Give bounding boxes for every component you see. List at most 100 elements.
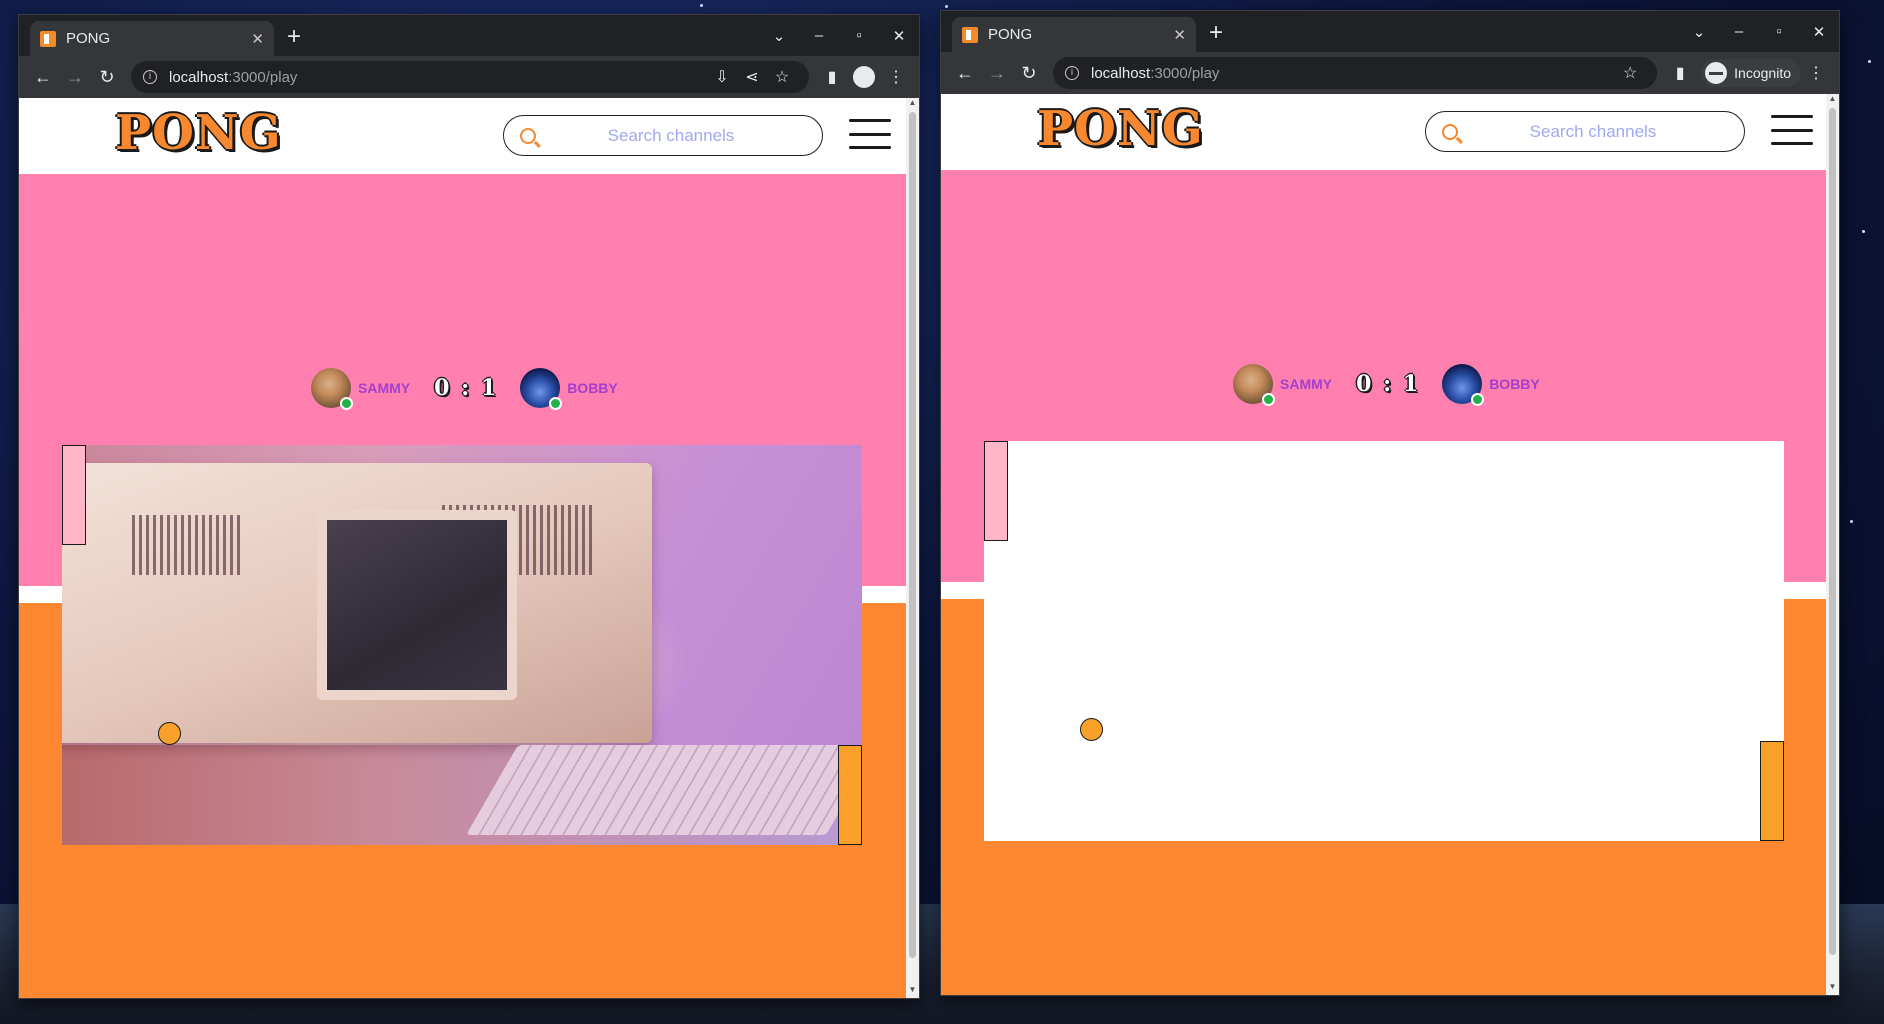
scroll-thumb[interactable] [1829, 108, 1836, 955]
scroll-up-arrow-icon[interactable]: ▲ [1826, 94, 1839, 107]
browser-toolbar: ← → ↻ i localhost :3000/play ⇩ ⋖ ☆ ▮ ⋮ [19, 56, 919, 98]
online-status-dot [340, 397, 353, 410]
pong-logo[interactable]: PONG [1037, 101, 1204, 157]
install-app-icon[interactable]: ⇩ [707, 67, 737, 87]
close-icon[interactable]: ✕ [1173, 26, 1186, 44]
desktop-star [1868, 60, 1871, 63]
left-paddle [984, 441, 1008, 541]
right-paddle [838, 745, 862, 845]
player2-name[interactable]: BOBBY [567, 380, 618, 396]
online-status-dot [1262, 393, 1275, 406]
desktop-star [1862, 230, 1865, 233]
pong-logo[interactable]: PONG [115, 105, 282, 161]
kebab-menu-icon[interactable]: ⋮ [881, 67, 911, 87]
ball [158, 722, 181, 745]
page-viewport: PONG SAMMY 0 : 1 BOBBY [941, 94, 1839, 995]
game-court [984, 441, 1784, 841]
player2-name[interactable]: BOBBY [1489, 376, 1540, 392]
share-icon[interactable]: ⋖ [737, 67, 767, 87]
site-header: PONG [19, 98, 906, 174]
browser-tab[interactable]: PONG ✕ [952, 17, 1196, 52]
tab-title: PONG [66, 30, 111, 47]
back-arrow-icon[interactable]: ← [949, 63, 981, 84]
address-bar[interactable]: i localhost :3000/play ⇩ ⋖ ☆ [131, 61, 809, 93]
info-icon[interactable]: i [1065, 66, 1079, 80]
kebab-menu-icon[interactable]: ⋮ [1801, 63, 1831, 83]
back-arrow-icon[interactable]: ← [27, 67, 59, 88]
forward-arrow-icon[interactable]: → [59, 67, 91, 88]
minimize-icon[interactable]: – [1719, 23, 1759, 40]
window-controls: ⌄ – ▫ ✕ [1679, 11, 1839, 52]
side-panel-icon[interactable]: ▮ [817, 67, 847, 87]
url-host: localhost [1091, 64, 1151, 82]
close-window-icon[interactable]: ✕ [879, 27, 919, 45]
new-tab-plus-icon[interactable]: + [287, 23, 301, 51]
url-path: :3000/play [228, 68, 298, 86]
browser-window-right: PONG ✕ + ⌄ – ▫ ✕ ← → ↻ i localhost :3000… [940, 10, 1840, 996]
profile-icon[interactable] [853, 66, 875, 88]
reload-icon[interactable]: ↻ [91, 67, 123, 88]
right-paddle [1760, 741, 1784, 841]
player2-avatar[interactable] [1442, 364, 1485, 406]
desktop-star [700, 4, 703, 7]
scroll-thumb[interactable] [909, 112, 916, 958]
forward-arrow-icon[interactable]: → [981, 63, 1013, 84]
reload-icon[interactable]: ↻ [1013, 63, 1045, 84]
tab-search-chevron-icon[interactable]: ⌄ [1679, 23, 1719, 41]
incognito-indicator[interactable]: Incognito [1701, 59, 1801, 87]
score: 0 : 1 [434, 375, 499, 401]
tab-strip: PONG ✕ + ⌄ – ▫ ✕ [941, 11, 1839, 52]
incognito-label: Incognito [1734, 65, 1791, 81]
search-bar[interactable] [1425, 111, 1745, 152]
pong-favicon-icon [40, 30, 56, 47]
page-viewport: PONG SAMMY 0 : 1 BOBBY [19, 98, 919, 998]
star-icon[interactable]: ☆ [1615, 63, 1645, 83]
new-tab-plus-icon[interactable]: + [1209, 19, 1223, 47]
scrollbar[interactable]: ▲ ▼ [1826, 94, 1839, 995]
desktop-star [1850, 520, 1853, 523]
player2-avatar[interactable] [520, 368, 563, 410]
browser-tab[interactable]: PONG ✕ [30, 21, 274, 56]
url-host: localhost [169, 68, 229, 86]
score: 0 : 1 [1356, 371, 1421, 397]
window-controls: ⌄ – ▫ ✕ [759, 15, 919, 56]
url-path: :3000/play [1150, 64, 1220, 82]
info-icon[interactable]: i [143, 70, 157, 84]
player1-name[interactable]: SAMMY [358, 380, 410, 396]
hamburger-menu-icon[interactable] [1771, 115, 1813, 145]
player1-avatar[interactable] [1233, 364, 1275, 406]
scroll-up-arrow-icon[interactable]: ▲ [906, 98, 919, 111]
scroll-down-arrow-icon[interactable]: ▼ [1826, 982, 1839, 995]
court-background-grille [132, 515, 242, 575]
pong-favicon-icon [962, 26, 978, 43]
maximize-icon[interactable]: ▫ [839, 27, 879, 44]
game-court [62, 445, 862, 845]
site-header: PONG [941, 94, 1826, 170]
scroll-down-arrow-icon[interactable]: ▼ [906, 985, 919, 998]
search-bar[interactable] [503, 115, 823, 156]
hamburger-menu-icon[interactable] [849, 119, 891, 149]
side-panel-icon[interactable]: ▮ [1665, 63, 1695, 83]
address-bar[interactable]: i localhost :3000/play ☆ [1053, 57, 1658, 89]
search-icon [520, 127, 536, 144]
scoreboard: SAMMY 0 : 1 BOBBY [311, 368, 618, 410]
incognito-icon [1705, 62, 1728, 84]
close-window-icon[interactable]: ✕ [1799, 23, 1839, 41]
player1-name[interactable]: SAMMY [1280, 376, 1332, 392]
search-icon [1442, 123, 1458, 140]
close-icon[interactable]: ✕ [251, 30, 264, 48]
tab-title: PONG [988, 26, 1033, 43]
search-input[interactable] [1458, 121, 1728, 142]
star-icon[interactable]: ☆ [767, 67, 797, 87]
tab-strip: PONG ✕ + ⌄ – ▫ ✕ [19, 15, 919, 56]
court-background-keyboard [466, 745, 862, 835]
minimize-icon[interactable]: – [799, 27, 839, 44]
tab-search-chevron-icon[interactable]: ⌄ [759, 27, 799, 45]
browser-toolbar: ← → ↻ i localhost :3000/play ☆ ▮ Incogni… [941, 52, 1839, 94]
player1-avatar[interactable] [311, 368, 353, 410]
search-input[interactable] [536, 125, 806, 146]
maximize-icon[interactable]: ▫ [1759, 23, 1799, 40]
court-background-monitor [317, 510, 517, 700]
scoreboard: SAMMY 0 : 1 BOBBY [1233, 364, 1540, 406]
scrollbar[interactable]: ▲ ▼ [906, 98, 919, 998]
